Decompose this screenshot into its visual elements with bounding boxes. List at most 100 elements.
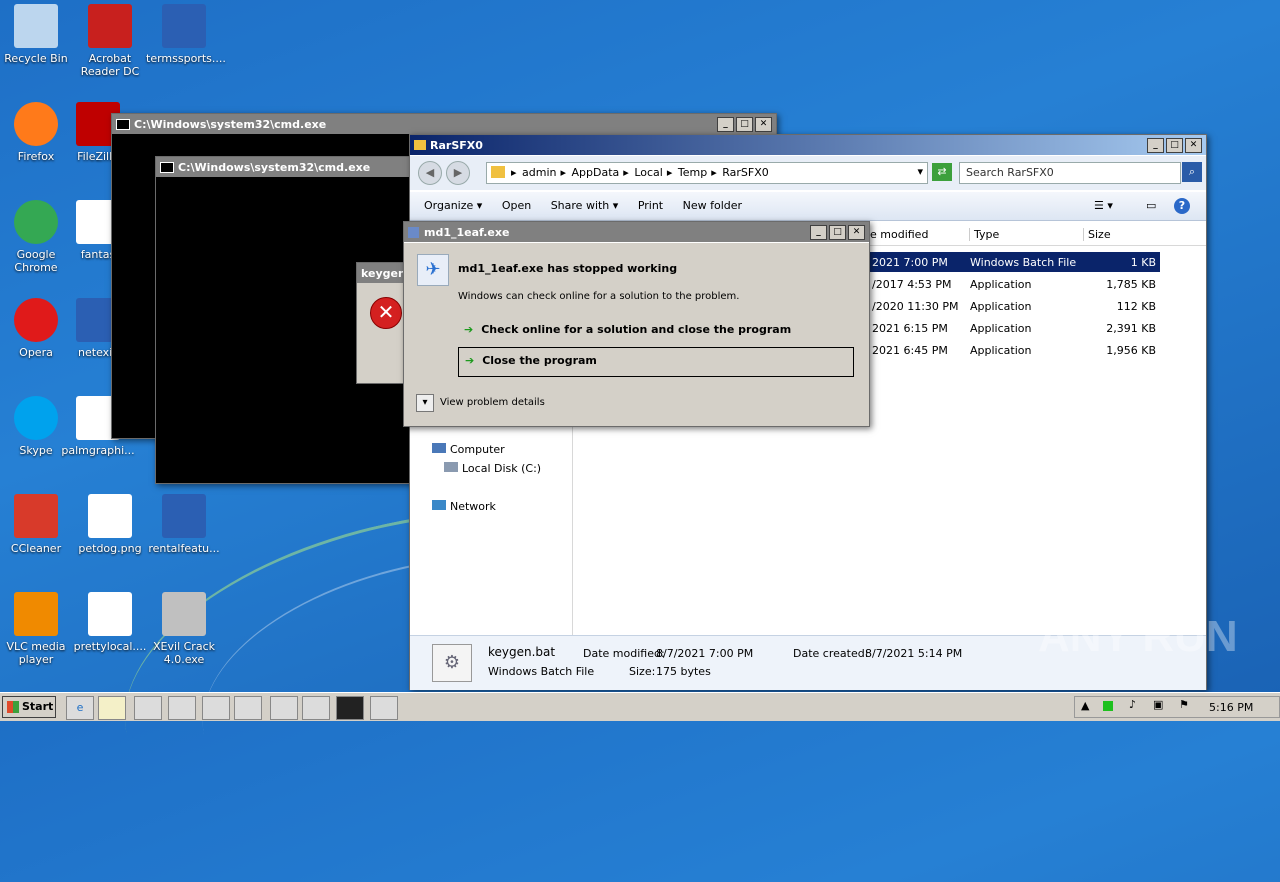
cmd-titlebar-1[interactable]: C:\Windows\system32\cmd.exe _ □ ✕ bbox=[112, 114, 776, 134]
taskbar-media[interactable] bbox=[134, 696, 162, 720]
back-button[interactable]: ◀ bbox=[418, 161, 442, 185]
address-dropdown-icon[interactable]: ▾ bbox=[917, 165, 923, 178]
green-arrow-icon: ➔ bbox=[464, 323, 474, 336]
preview-pane-icon[interactable]: ▭ bbox=[1146, 192, 1156, 220]
skype-icon bbox=[14, 396, 58, 440]
start-button[interactable]: Start bbox=[2, 696, 56, 718]
table-row[interactable]: /2017 4:53 PM Application 1,785 KB bbox=[870, 274, 1160, 294]
taskbar-app-4[interactable] bbox=[370, 696, 398, 720]
breadcrumb-item[interactable]: RarSFX0 bbox=[722, 166, 769, 179]
tray-expand-icon[interactable]: ▲ bbox=[1081, 699, 1089, 712]
close-program-option[interactable]: ➔ Close the program bbox=[458, 347, 854, 377]
details-date-created-label: Date created: bbox=[793, 647, 869, 660]
breadcrumb-item[interactable]: admin bbox=[522, 166, 556, 179]
chevron-right-icon[interactable]: ▸ bbox=[511, 166, 520, 179]
green-status-icon[interactable] bbox=[1103, 701, 1113, 711]
help-icon[interactable]: ? bbox=[1174, 198, 1190, 214]
share-with-button[interactable]: Share with ▾ bbox=[543, 192, 627, 220]
clock[interactable]: 5:16 PM bbox=[1209, 701, 1253, 714]
desktop-icon[interactable]: termssports.... bbox=[146, 4, 226, 65]
nav-network[interactable]: Network bbox=[432, 500, 496, 513]
desktop-icon[interactable]: Acrobat Reader DC bbox=[72, 4, 148, 78]
check-online-option[interactable]: ➔ Check online for a solution and close t… bbox=[464, 323, 791, 336]
table-row[interactable]: 2021 7:00 PM Windows Batch File 1 KB bbox=[870, 252, 1160, 272]
taskbar-explorer[interactable] bbox=[98, 696, 126, 720]
cell-date: 2021 7:00 PM bbox=[872, 256, 948, 269]
recycle-bin-icon bbox=[14, 4, 58, 48]
close-button[interactable]: ✕ bbox=[755, 116, 772, 132]
batch-file-icon: ⚙ bbox=[432, 644, 472, 682]
print-button[interactable]: Print bbox=[630, 192, 671, 220]
desktop-icon[interactable]: rentalfeatu... bbox=[146, 494, 222, 555]
column-type[interactable]: Type bbox=[969, 228, 999, 241]
maximize-button[interactable]: □ bbox=[829, 224, 846, 240]
close-button[interactable]: ✕ bbox=[1185, 137, 1202, 153]
chevron-right-icon[interactable]: ▸ bbox=[561, 166, 570, 179]
taskbar-cmd[interactable] bbox=[336, 696, 364, 720]
program-icon: ✈ bbox=[417, 254, 449, 286]
minimize-button[interactable]: _ bbox=[810, 224, 827, 240]
chevron-right-icon[interactable]: ▸ bbox=[623, 166, 632, 179]
taskbar-opera[interactable] bbox=[202, 696, 230, 720]
table-row[interactable]: /2020 11:30 PM Application 112 KB bbox=[870, 296, 1160, 316]
open-button[interactable]: Open bbox=[494, 192, 539, 220]
breadcrumb-item[interactable]: Temp bbox=[678, 166, 707, 179]
minimize-button[interactable]: _ bbox=[1147, 137, 1164, 153]
taskbar-ie[interactable]: e bbox=[66, 696, 94, 720]
table-row[interactable]: 2021 6:45 PM Application 1,956 KB bbox=[870, 340, 1160, 360]
view-options-icon[interactable]: ☰ ▾ bbox=[1094, 192, 1113, 220]
cell-size: 1 KB bbox=[1130, 256, 1156, 269]
cell-type: Application bbox=[970, 300, 1032, 313]
breadcrumb-item[interactable]: Local bbox=[634, 166, 663, 179]
cell-type: Application bbox=[970, 278, 1032, 291]
view-details-toggle[interactable]: ▾ View problem details bbox=[416, 394, 545, 412]
breadcrumb-item[interactable]: AppData bbox=[572, 166, 620, 179]
details-date-modified-label: Date modified: bbox=[583, 647, 665, 660]
taskbar-app-2[interactable] bbox=[270, 696, 298, 720]
desktop-icon[interactable]: XEvil Crack 4.0.exe bbox=[146, 592, 222, 666]
chevron-right-icon[interactable]: ▸ bbox=[711, 166, 720, 179]
network-icon bbox=[432, 500, 446, 510]
search-field[interactable]: Search RarSFX0 bbox=[959, 162, 1181, 184]
minimize-button[interactable]: _ bbox=[717, 116, 734, 132]
nav-local-disk[interactable]: Local Disk (C:) bbox=[444, 462, 541, 475]
address-field[interactable]: ▸ admin ▸ AppData ▸ Local ▸ Temp ▸ RarSFX0 ▾ bbox=[486, 162, 928, 184]
desktop-icon-label: Recycle Bin bbox=[4, 52, 68, 65]
taskbar-app-1[interactable] bbox=[234, 696, 262, 720]
cell-size: 112 KB bbox=[1116, 300, 1156, 313]
stopped-working-dialog[interactable]: md1_1eaf.exe _ □ ✕ ✈ md1_1eaf.exe has st… bbox=[403, 221, 870, 427]
chrome-icon bbox=[14, 200, 58, 244]
command-bar: Organize ▾ Open Share with ▾ Print New f… bbox=[410, 192, 1206, 221]
flag-icon[interactable]: ⚑ bbox=[1179, 698, 1189, 711]
search-input[interactable]: Search RarSFX0 bbox=[966, 166, 1054, 179]
column-size[interactable]: Size bbox=[1083, 228, 1111, 241]
cmd-titlebar-2[interactable]: C:\Windows\system32\cmd.exe bbox=[156, 157, 426, 177]
new-folder-button[interactable]: New folder bbox=[675, 192, 750, 220]
network-tray-icon[interactable]: ▣ bbox=[1153, 698, 1163, 711]
explorer-titlebar[interactable]: RarSFX0 _ □ ✕ bbox=[410, 135, 1206, 155]
forward-button[interactable]: ▶ bbox=[446, 161, 470, 185]
nav-computer[interactable]: Computer bbox=[432, 443, 505, 456]
desktop-icon[interactable]: petdog.png bbox=[72, 494, 148, 555]
close-button[interactable]: ✕ bbox=[848, 224, 865, 240]
organize-button[interactable]: Organize ▾ bbox=[416, 192, 490, 220]
explorer-title: RarSFX0 bbox=[430, 138, 483, 152]
search-icon[interactable]: ⌕ bbox=[1182, 162, 1202, 182]
refresh-icon[interactable]: ⇄ bbox=[932, 163, 952, 181]
windows-logo-icon bbox=[7, 701, 19, 713]
table-row[interactable]: 2021 6:15 PM Application 2,391 KB bbox=[870, 318, 1160, 338]
taskbar-app-3[interactable] bbox=[302, 696, 330, 720]
desktop-icon[interactable]: VLC media player bbox=[0, 592, 74, 666]
desktop-icon[interactable]: Recycle Bin bbox=[0, 4, 74, 65]
address-bar-row: ◀ ▶ ▸ admin ▸ AppData ▸ Local ▸ Temp ▸ RarSF… bbox=[410, 156, 1206, 190]
desktop-icon[interactable]: prettylocal.... bbox=[72, 592, 148, 653]
maximize-button[interactable]: □ bbox=[736, 116, 753, 132]
maximize-button[interactable]: □ bbox=[1166, 137, 1183, 153]
dialog-titlebar[interactable]: md1_1eaf.exe _ □ ✕ bbox=[404, 222, 869, 242]
taskbar-chrome[interactable] bbox=[168, 696, 196, 720]
volume-icon[interactable]: ♪ bbox=[1129, 698, 1136, 711]
cell-date: /2020 11:30 PM bbox=[872, 300, 959, 313]
desktop-icon[interactable]: CCleaner bbox=[0, 494, 74, 555]
chevron-right-icon[interactable]: ▸ bbox=[667, 166, 676, 179]
column-date-modified[interactable]: e modified bbox=[870, 228, 928, 241]
